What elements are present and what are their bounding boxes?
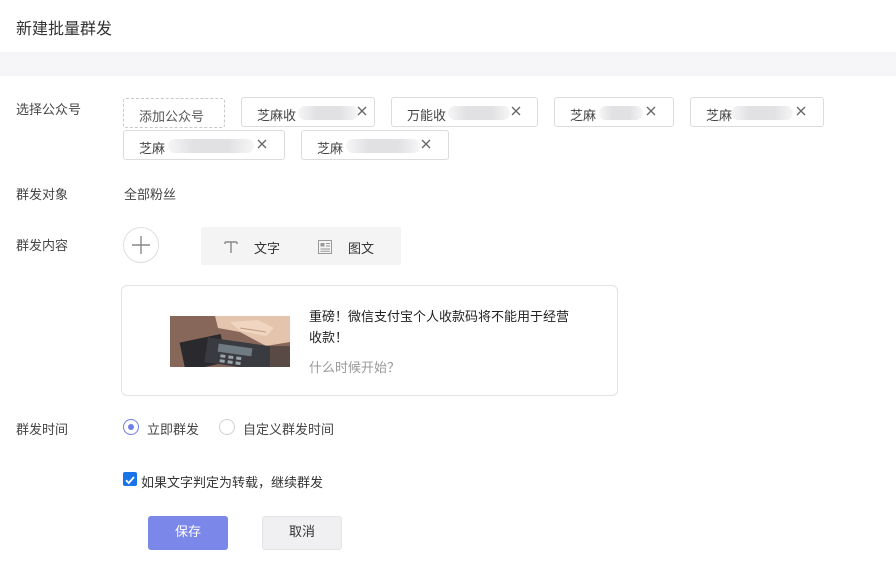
send-now-radio[interactable] [123,419,139,435]
article-subtitle: 什么时候开始？ [309,361,401,376]
close-icon[interactable] [356,105,368,117]
target-label: 群发对象 [16,188,69,203]
close-icon[interactable] [256,138,268,150]
account-tag: 芝麻 [301,130,449,160]
time-label: 群发时间 [16,423,69,438]
header-divider-band [0,52,896,76]
target-value: 全部粉丝 [124,188,177,203]
repost-checkbox[interactable] [123,472,137,486]
checkmark-icon [125,476,135,485]
article-thumbnail [170,316,290,367]
account-tag: 芝麻 [123,130,285,160]
accounts-label: 选择公众号 [16,103,82,118]
add-content-button[interactable] [123,227,159,263]
redacted-name [298,106,358,120]
account-tag: 芝麻收 [241,97,375,127]
plus-icon [132,236,150,254]
article-icon [318,240,332,254]
content-type-text[interactable]: 文字 [201,227,301,265]
close-icon[interactable] [420,138,432,150]
close-icon[interactable] [510,105,522,117]
article-title: 重磅！微信支付宝个人收款码将不能用于经营收款！ [309,310,570,346]
send-now-label: 立即群发 [147,423,200,438]
redacted-name [599,106,643,120]
close-icon[interactable] [645,105,657,117]
page-header: 新建批量群发 [0,0,896,52]
account-tag: 万能收 [391,97,538,127]
redacted-name [346,139,420,153]
redacted-name [731,106,793,120]
text-icon [224,241,238,253]
add-account-button[interactable]: 添加公众号 [123,98,225,128]
page-title: 新建批量群发 [16,19,113,38]
repost-checkbox-label: 如果文字判定为转载，继续群发 [141,476,324,491]
content-type-bar: 文字 图文 [201,227,401,265]
redacted-name [168,139,254,153]
cancel-button[interactable]: 取消 [262,516,342,550]
save-button[interactable]: 保存 [148,516,228,550]
redacted-name [448,106,510,120]
account-tag: 芝麻 [690,97,824,127]
content-label: 群发内容 [16,239,69,254]
custom-time-label: 自定义群发时间 [243,423,335,438]
article-card[interactable]: 重磅！微信支付宝个人收款码将不能用于经营收款！ 什么时候开始？ [121,285,618,396]
account-tag: 芝麻 [554,97,674,127]
content-type-article[interactable]: 图文 [301,227,401,265]
custom-time-radio[interactable] [219,419,235,435]
close-icon[interactable] [795,105,807,117]
